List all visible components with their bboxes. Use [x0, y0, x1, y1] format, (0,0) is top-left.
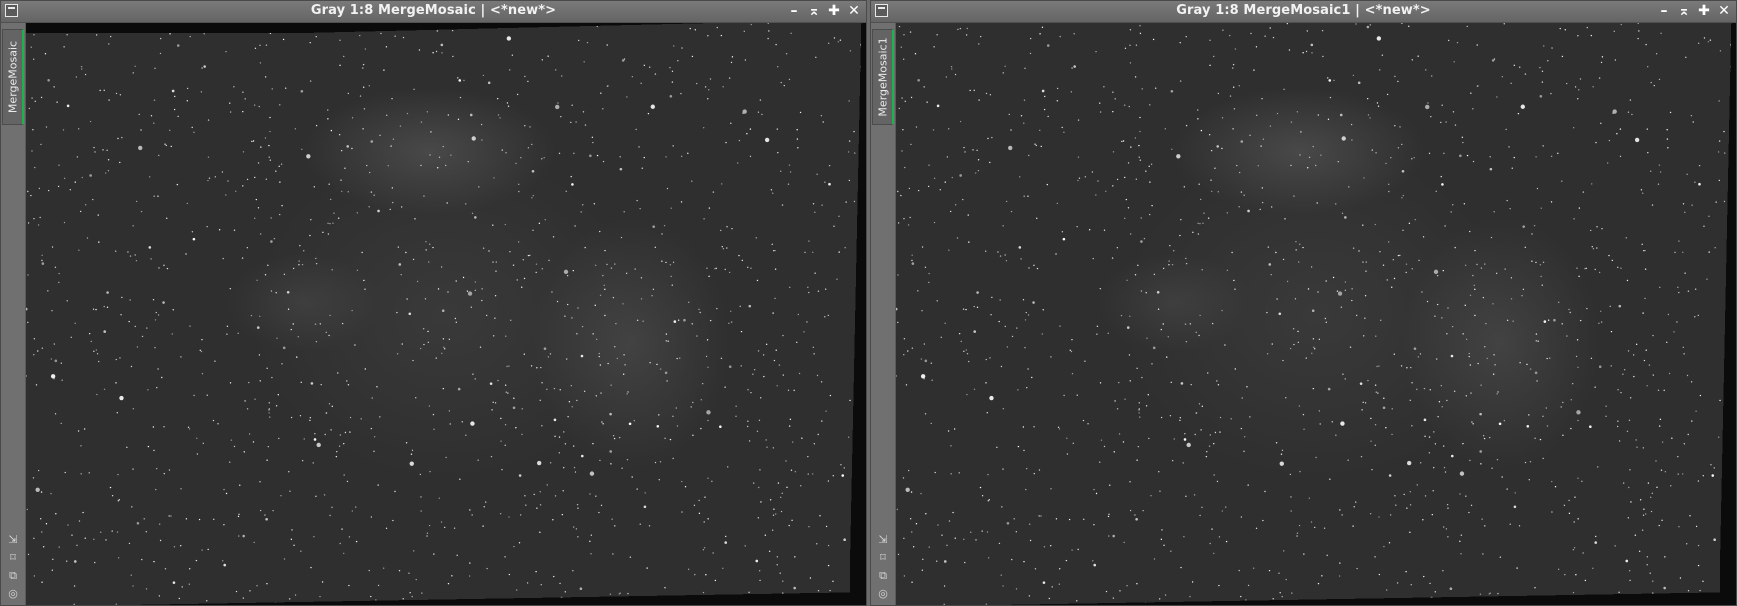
- window-titlebar[interactable]: Gray 1:8 MergeMosaic | <*new*> – ⌅ ✚ ✕: [1, 1, 866, 23]
- window-controls: – ⌅ ✚ ✕: [1655, 2, 1733, 20]
- view-identifier-label: MergeMosaic1: [876, 37, 889, 117]
- view-identifier-label: MergeMosaic: [6, 40, 19, 114]
- maximize-button[interactable]: ✚: [825, 2, 843, 20]
- view-side-strip: MergeMosaic1 ⇲ ⌑ ⧉ ◎: [871, 23, 896, 605]
- view-identifier-tab[interactable]: MergeMosaic: [2, 29, 24, 125]
- shade-button[interactable]: ⌅: [805, 2, 823, 20]
- mosaic-image: [26, 23, 866, 605]
- window-title: Gray 1:8 MergeMosaic | <*new*>: [310, 3, 557, 18]
- clone-view-icon[interactable]: ⧉: [876, 569, 890, 583]
- fit-view-icon[interactable]: ⇲: [6, 533, 20, 547]
- view-settings-icon[interactable]: ◎: [876, 587, 890, 601]
- view-tools: ⇲ ⌑ ⧉ ◎: [871, 533, 895, 601]
- close-button[interactable]: ✕: [1715, 2, 1733, 20]
- zoom-to-fit-icon[interactable]: ⌑: [6, 551, 20, 565]
- mosaic-edge-gap: [850, 23, 866, 605]
- mosaic-edge-gap: [26, 591, 866, 605]
- image-window-mergemosaic1[interactable]: Gray 1:8 MergeMosaic1 | <*new*> – ⌅ ✚ ✕ …: [870, 0, 1737, 606]
- workspace: Gray 1:8 MergeMosaic | <*new*> – ⌅ ✚ ✕ M…: [0, 0, 1737, 606]
- image-viewport[interactable]: [26, 23, 866, 605]
- mosaic-image: [896, 23, 1736, 605]
- zoom-to-fit-icon[interactable]: ⌑: [876, 551, 890, 565]
- minimize-button[interactable]: –: [1655, 2, 1673, 20]
- view-identifier-tab[interactable]: MergeMosaic1: [872, 29, 894, 125]
- window-titlebar[interactable]: Gray 1:8 MergeMosaic1 | <*new*> – ⌅ ✚ ✕: [871, 1, 1736, 23]
- clone-view-icon[interactable]: ⧉: [6, 569, 20, 583]
- minimize-button[interactable]: –: [785, 2, 803, 20]
- image-viewport[interactable]: [896, 23, 1736, 605]
- view-settings-icon[interactable]: ◎: [6, 587, 20, 601]
- star-field: [896, 23, 1736, 605]
- image-window-mergemosaic[interactable]: Gray 1:8 MergeMosaic | <*new*> – ⌅ ✚ ✕ M…: [0, 0, 867, 606]
- window-title: Gray 1:8 MergeMosaic1 | <*new*>: [1176, 3, 1431, 18]
- shade-button[interactable]: ⌅: [1675, 2, 1693, 20]
- view-tools: ⇲ ⌑ ⧉ ◎: [1, 533, 25, 601]
- mosaic-edge-gap: [1720, 23, 1736, 605]
- maximize-button[interactable]: ✚: [1695, 2, 1713, 20]
- window-controls: – ⌅ ✚ ✕: [785, 2, 863, 20]
- mosaic-edge-gap: [26, 23, 866, 33]
- view-side-strip: MergeMosaic ⇲ ⌑ ⧉ ◎: [1, 23, 26, 605]
- mosaic-edge-gap: [896, 591, 1736, 605]
- close-button[interactable]: ✕: [845, 2, 863, 20]
- fit-view-icon[interactable]: ⇲: [876, 533, 890, 547]
- star-field: [26, 23, 866, 605]
